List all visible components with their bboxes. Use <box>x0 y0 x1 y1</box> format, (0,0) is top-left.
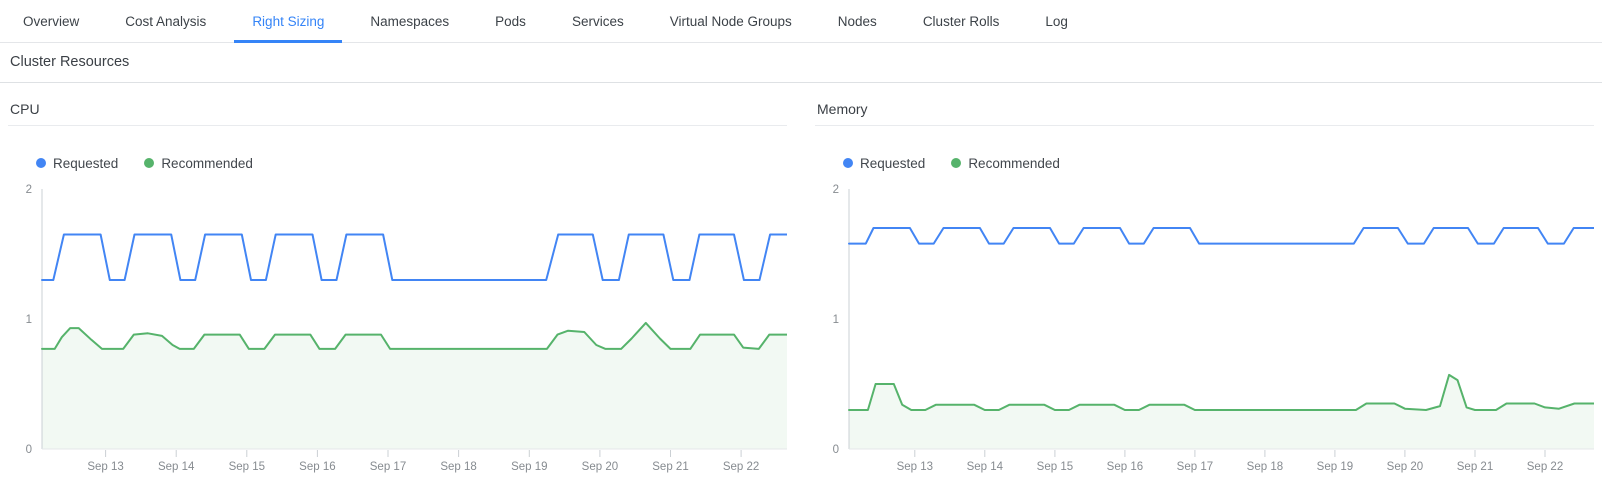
tab-virtual-node-groups[interactable]: Virtual Node Groups <box>647 0 815 42</box>
chart-title-memory: Memory <box>815 97 1594 126</box>
cluster-tabs-bar: Overview Cost Analysis Right Sizing Name… <box>0 0 1602 43</box>
svg-text:Sep 13: Sep 13 <box>897 461 933 473</box>
legend-item-recommended[interactable]: Recommended <box>144 156 253 171</box>
tab-label: Overview <box>23 14 79 29</box>
svg-text:2: 2 <box>26 184 32 196</box>
svg-text:0: 0 <box>833 444 839 456</box>
svg-text:Sep 15: Sep 15 <box>1037 461 1073 473</box>
section-title-cluster-resources: Cluster Resources <box>0 43 1602 83</box>
charts-row: CPU Requested Recommended 0 1 2 Sep 13 Sep 1… <box>0 97 1602 474</box>
legend-label: Requested <box>860 156 925 171</box>
tab-label: Services <box>572 14 624 29</box>
tab-label: Pods <box>495 14 526 29</box>
memory-chart-legend: Requested Recommended <box>843 154 1594 172</box>
svg-text:Sep 16: Sep 16 <box>299 461 335 473</box>
svg-text:Sep 20: Sep 20 <box>582 461 618 473</box>
svg-text:0: 0 <box>26 444 32 456</box>
svg-text:Sep 22: Sep 22 <box>1527 461 1563 473</box>
cpu-chart-legend: Requested Recommended <box>36 154 787 172</box>
svg-text:Sep 18: Sep 18 <box>1247 461 1283 473</box>
svg-text:2: 2 <box>833 184 839 196</box>
svg-text:Sep 21: Sep 21 <box>652 461 688 473</box>
svg-text:Sep 17: Sep 17 <box>1177 461 1213 473</box>
memory-chart-card: Memory Requested Recommended 0 1 2 Sep 13 Se… <box>815 97 1594 474</box>
tab-overview[interactable]: Overview <box>0 0 102 42</box>
tab-namespaces[interactable]: Namespaces <box>347 0 472 42</box>
svg-text:Sep 13: Sep 13 <box>87 461 123 473</box>
tab-pods[interactable]: Pods <box>472 0 549 42</box>
tab-label: Right Sizing <box>252 14 324 29</box>
svg-text:Sep 21: Sep 21 <box>1457 461 1493 473</box>
legend-dot-icon <box>36 158 46 168</box>
svg-text:Sep 14: Sep 14 <box>967 461 1004 473</box>
svg-text:Sep 17: Sep 17 <box>370 461 406 473</box>
tab-services[interactable]: Services <box>549 0 647 42</box>
svg-text:Sep 20: Sep 20 <box>1387 461 1423 473</box>
svg-text:Sep 22: Sep 22 <box>723 461 759 473</box>
legend-item-recommended[interactable]: Recommended <box>951 156 1060 171</box>
legend-item-requested[interactable]: Requested <box>36 156 118 171</box>
legend-dot-icon <box>843 158 853 168</box>
svg-text:1: 1 <box>833 314 839 326</box>
tab-cluster-rolls[interactable]: Cluster Rolls <box>900 0 1023 42</box>
cpu-line-chart: 0 1 2 Sep 13 Sep 14 Sep 15 Sep 16 Sep 17 Sep 18 S… <box>8 174 787 474</box>
tab-cost-analysis[interactable]: Cost Analysis <box>102 0 229 42</box>
tab-log[interactable]: Log <box>1022 0 1091 42</box>
legend-dot-icon <box>951 158 961 168</box>
legend-dot-icon <box>144 158 154 168</box>
svg-text:Sep 19: Sep 19 <box>511 461 547 473</box>
cpu-chart-card: CPU Requested Recommended 0 1 2 Sep 13 Sep 1… <box>8 97 787 474</box>
svg-text:Sep 15: Sep 15 <box>229 461 265 473</box>
tab-nodes[interactable]: Nodes <box>815 0 900 42</box>
tab-right-sizing[interactable]: Right Sizing <box>229 0 347 42</box>
tab-label: Virtual Node Groups <box>670 14 792 29</box>
tab-label: Log <box>1045 14 1068 29</box>
tab-label: Nodes <box>838 14 877 29</box>
svg-text:Sep 19: Sep 19 <box>1317 461 1353 473</box>
legend-label: Recommended <box>161 156 253 171</box>
svg-text:Sep 16: Sep 16 <box>1107 461 1143 473</box>
legend-label: Recommended <box>968 156 1060 171</box>
svg-text:Sep 14: Sep 14 <box>158 461 195 473</box>
legend-item-requested[interactable]: Requested <box>843 156 925 171</box>
tab-label: Namespaces <box>370 14 449 29</box>
svg-text:Sep 18: Sep 18 <box>440 461 476 473</box>
legend-label: Requested <box>53 156 118 171</box>
tab-label: Cluster Rolls <box>923 14 1000 29</box>
tab-label: Cost Analysis <box>125 14 206 29</box>
memory-line-chart: 0 1 2 Sep 13 Sep 14 Sep 15 Sep 16 Sep 17 Sep 18 S… <box>815 174 1594 474</box>
svg-text:1: 1 <box>26 314 32 326</box>
chart-title-cpu: CPU <box>8 97 787 126</box>
